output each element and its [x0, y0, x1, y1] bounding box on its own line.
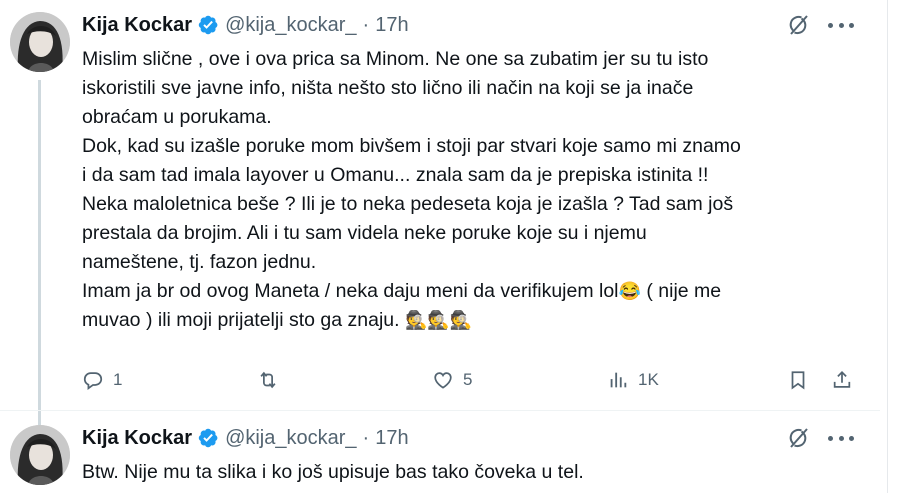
detective-emoji-icon: 🕵️🕵️🕵️ [404, 310, 473, 330]
tweet-text-line: Imam ja br od ovog Maneta / neka daju me… [82, 277, 741, 306]
tweet-text-segment: muvao ) ili moji prijatelji sto ga znaju… [82, 309, 405, 331]
tweet-text-line: prestala da brojim. Ali i tu sam videla … [82, 222, 647, 244]
reply-icon [83, 372, 103, 390]
like-icon [434, 372, 452, 389]
tweet-text-line: iskoristili sve javne info, ništa nešto … [82, 77, 694, 99]
views-icon [610, 372, 627, 388]
tweet-text-line: Btw. Nije mu ta slika i ko još upisuje b… [82, 461, 584, 483]
more-icon[interactable] [828, 13, 854, 37]
share-icon [833, 370, 851, 388]
verified-badge-icon [197, 427, 219, 449]
tweet-text-segment: Imam ja br od ovog Maneta / neka daju me… [82, 280, 619, 302]
separator-dot: · [362, 426, 370, 449]
tweet-text-line: nameštene, tj. fazon jednu. [82, 251, 317, 273]
reply-count: 1 [113, 370, 123, 389]
verified-badge-icon [197, 14, 219, 36]
bookmark-icon [791, 371, 805, 390]
retweet-icon [260, 371, 276, 389]
laughing-emoji-icon: 😂 [618, 281, 641, 301]
timeline-border [887, 0, 888, 493]
tweet[interactable]: Kija Kockar @kija_kockar_ · 17h Mislim s… [0, 0, 880, 425]
views-button[interactable]: 1K [607, 367, 659, 393]
retweet-button[interactable] [257, 367, 288, 393]
avatar[interactable] [10, 425, 70, 485]
like-button[interactable]: 5 [432, 367, 472, 393]
tweet-header: Kija Kockar @kija_kockar_ · 17h [82, 10, 409, 40]
tweet-divider [0, 410, 880, 411]
tweet-text: Mislim slične , ove i ova prica sa Minom… [82, 45, 741, 335]
tweet[interactable]: Kija Kockar @kija_kockar_ · 17h Btw. Nij… [0, 413, 880, 493]
bookmark-button[interactable] [787, 367, 809, 393]
grok-icon[interactable] [786, 13, 810, 37]
tweet-text-line: obraćam u porukama. [82, 106, 272, 128]
tweet-header: Kija Kockar @kija_kockar_ · 17h [82, 423, 409, 453]
grok-icon[interactable] [786, 426, 810, 450]
avatar[interactable] [10, 12, 70, 72]
separator-dot: · [362, 13, 370, 36]
tweet-text: Btw. Nije mu ta slika i ko još upisuje b… [82, 458, 584, 487]
tweet-text-line: Dok, kad su izašle poruke mom bivšem i s… [82, 135, 741, 157]
thread-line [38, 80, 41, 425]
tweet-text-line: Mislim slične , ove i ova prica sa Minom… [82, 48, 709, 70]
tweet-text-line: i da sam tad imala layover u Omanu... zn… [82, 164, 709, 186]
author-name[interactable]: Kija Kockar [82, 14, 192, 37]
tweet-text-line: Neka maloletnica beše ? Ili je to neka p… [82, 193, 734, 215]
author-handle[interactable]: @kija_kockar_ [225, 14, 356, 37]
share-button[interactable] [831, 367, 853, 393]
reply-button[interactable]: 1 [82, 367, 122, 393]
tweet-text-segment: ( nije me [640, 280, 722, 302]
tweet-text-line: muvao ) ili moji prijatelji sto ga znaju… [82, 306, 741, 335]
view-count: 1K [638, 370, 659, 389]
timestamp[interactable]: 17h [375, 14, 408, 37]
author-name[interactable]: Kija Kockar [82, 427, 192, 450]
timestamp[interactable]: 17h [375, 427, 408, 450]
author-handle[interactable]: @kija_kockar_ [225, 427, 356, 450]
more-icon[interactable] [828, 426, 854, 450]
tweet-actions: 1 5 1K [82, 367, 860, 393]
like-count: 5 [463, 370, 473, 389]
